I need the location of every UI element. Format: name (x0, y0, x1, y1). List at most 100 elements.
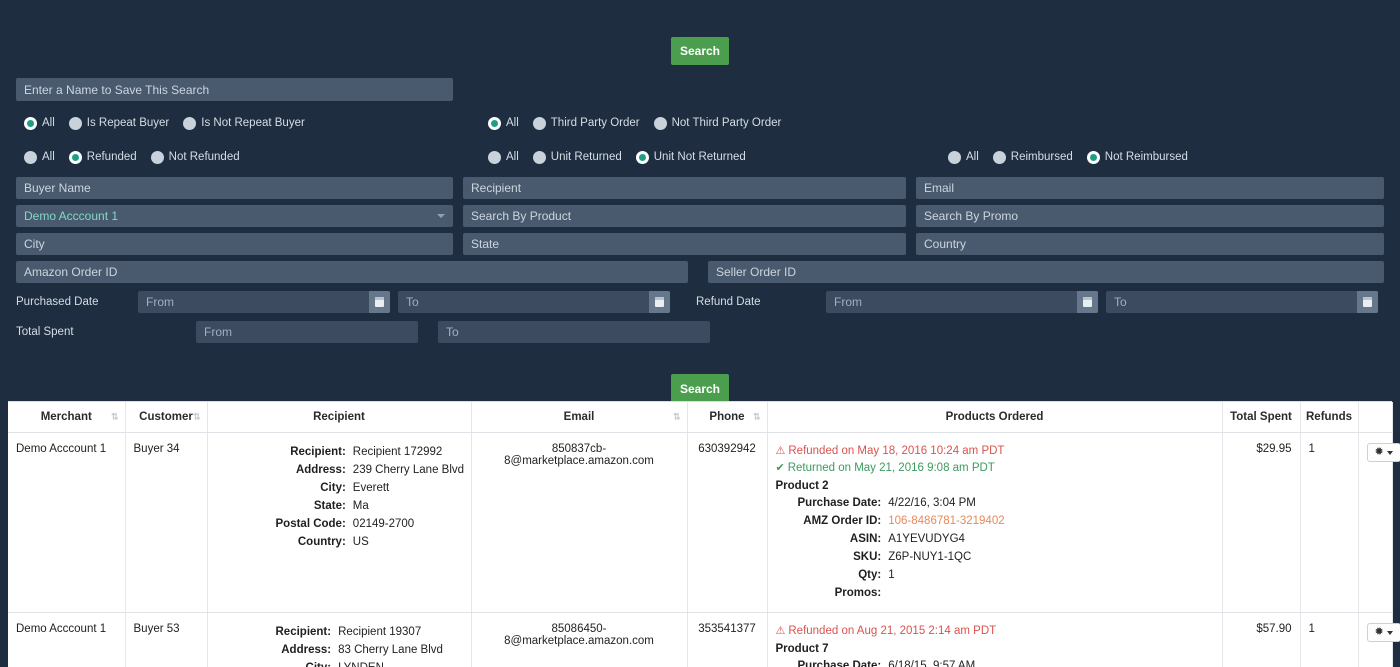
radio-dot-icon (150, 150, 164, 164)
buyer-name-input[interactable] (16, 177, 453, 199)
warning-icon: ⚠ (775, 445, 786, 457)
radio-dot-icon (1086, 150, 1100, 164)
radio-refunded-all[interactable]: All (24, 150, 55, 164)
radio-repeat-all[interactable]: All (24, 116, 55, 130)
column-header-email[interactable]: Email ⇅ (471, 402, 688, 433)
merchant-select-value: Demo Acccount 1 (24, 209, 119, 223)
radio-dot-icon (24, 150, 37, 164)
sort-icon[interactable]: ⇅ (193, 412, 201, 422)
state-cell (463, 233, 906, 255)
radio-group-repeat-buyer: All Is Repeat Buyer Is Not Repeat Buyer (24, 116, 319, 130)
field-key: SKU: (853, 551, 882, 563)
results-panel: Merchant ⇅ Customer ⇅ Recipient Email ⇅ … (8, 401, 1400, 667)
field-key: Promos: (834, 587, 882, 599)
column-header-merchant[interactable]: Merchant ⇅ (8, 402, 126, 433)
field-key: Purchase Date: (797, 660, 882, 667)
column-header-phone[interactable]: Phone ⇅ (687, 402, 768, 433)
date-row-purchased-refund: Purchased Date Refund Date (16, 291, 1384, 313)
radio-reimbursed-all[interactable]: All (948, 150, 979, 164)
field-row-2: Demo Acccount 1 (16, 205, 1384, 227)
sort-icon[interactable]: ⇅ (111, 412, 119, 422)
field-value: 4/22/16, 3:04 PM (888, 497, 976, 509)
city-input[interactable] (16, 233, 453, 255)
row-actions-button[interactable]: ✹ (1366, 623, 1400, 642)
field-key: AMZ Order ID: (803, 515, 882, 527)
radio-not-third-party-order[interactable]: Not Third Party Order (653, 116, 781, 130)
refund-date-from-input[interactable] (826, 291, 1098, 313)
column-header-refunds[interactable]: Refunds (1300, 402, 1359, 433)
calendar-icon[interactable] (649, 291, 670, 313)
cell-products-ordered: ⚠ Refunded on Aug 21, 2015 2:14 am PDT Pr… (767, 612, 1223, 667)
bottom-search-button-wrap: Search (16, 348, 1384, 404)
column-header-total-spent[interactable]: Total Spent (1222, 402, 1301, 433)
radio-label: Not Reimbursed (1104, 151, 1188, 163)
date-row-total-spent: Total Spent (16, 321, 1384, 343)
cell-customer: Buyer 34 (125, 432, 208, 613)
radio-dot-icon (635, 150, 649, 164)
search-button-bottom[interactable]: Search (671, 374, 729, 404)
radio-label: Reimbursed (1010, 151, 1073, 163)
total-spent-to-input[interactable] (438, 321, 710, 343)
calendar-icon[interactable] (369, 291, 390, 313)
field-key: Qty: (858, 569, 882, 581)
recipient-input[interactable] (463, 177, 906, 199)
sort-icon[interactable]: ⇅ (673, 412, 681, 422)
radio-reimbursed[interactable]: Reimbursed (992, 150, 1073, 164)
calendar-icon[interactable] (1077, 291, 1098, 313)
cell-customer: Buyer 53 (125, 612, 208, 667)
radio-unit-returned[interactable]: Unit Returned (532, 150, 622, 164)
radio-is-repeat-buyer[interactable]: Is Repeat Buyer (68, 116, 170, 130)
column-header-recipient[interactable]: Recipient (207, 402, 472, 433)
radio-third-party-order[interactable]: Third Party Order (532, 116, 640, 130)
total-spent-from-input[interactable] (196, 321, 418, 343)
merchant-select[interactable]: Demo Acccount 1 (16, 205, 453, 227)
column-header-actions (1358, 402, 1393, 433)
field-value: 83 Cherry Lane Blvd (338, 644, 443, 656)
seller-order-id-input[interactable] (708, 261, 1384, 283)
purchased-date-to-input[interactable] (398, 291, 670, 313)
calendar-icon[interactable] (1357, 291, 1378, 313)
product-name: Product 2 (775, 480, 829, 492)
search-by-promo-input[interactable] (916, 205, 1384, 227)
radio-is-not-repeat-buyer[interactable]: Is Not Repeat Buyer (183, 116, 305, 130)
column-header-customer[interactable]: Customer ⇅ (125, 402, 208, 433)
radio-refunded[interactable]: Refunded (68, 150, 137, 164)
purchased-date-from-input[interactable] (138, 291, 390, 313)
column-header-products-ordered[interactable]: Products Ordered (767, 402, 1223, 433)
radio-thirdparty-all[interactable]: All (488, 116, 519, 130)
email-input[interactable] (916, 177, 1384, 199)
save-search-input[interactable] (16, 78, 453, 101)
refund-from-wrap (826, 291, 1098, 313)
radio-group-unit-returned: All Unit Returned Unit Not Returned (488, 150, 760, 164)
refund-date-to-input[interactable] (1106, 291, 1378, 313)
amazon-order-id-input[interactable] (16, 261, 688, 283)
radio-not-refunded[interactable]: Not Refunded (150, 150, 240, 164)
sort-icon[interactable]: ⇅ (753, 412, 761, 422)
search-button-top[interactable]: Search (671, 37, 729, 65)
amz-order-id-link[interactable]: 106-8486781-3219402 (888, 512, 1004, 530)
cell-products-ordered: ⚠ Refunded on May 18, 2016 10:24 am PDT ✔… (767, 432, 1223, 613)
field-value: Ma (352, 500, 369, 512)
buyer-name-cell (16, 177, 453, 199)
radio-unit-not-returned[interactable]: Unit Not Returned (635, 150, 746, 164)
chevron-down-icon (1386, 630, 1393, 635)
radio-unitreturned-all[interactable]: All (488, 150, 519, 164)
cell-recipient: Recipient: Recipient 19307 Address: 83 Che… (207, 612, 472, 667)
save-search-row (16, 65, 1384, 101)
search-by-product-input[interactable] (463, 205, 906, 227)
cell-merchant: Demo Acccount 1 (8, 612, 126, 667)
status-text: Refunded on May 18, 2016 10:24 am PDT (788, 445, 1005, 457)
row-actions-button[interactable]: ✹ (1366, 443, 1400, 462)
field-key: Address: (281, 644, 332, 656)
city-cell (16, 233, 453, 255)
radio-dot-icon (488, 116, 501, 130)
column-label: Phone (709, 411, 745, 423)
radio-not-reimbursed[interactable]: Not Reimbursed (1086, 150, 1188, 164)
radio-label: All (966, 151, 979, 163)
status-refunded: ⚠ Refunded on May 18, 2016 10:24 am PDT (776, 443, 1214, 460)
column-label: Merchant (40, 411, 92, 423)
recipient-details: Recipient: Recipient 19307 Address: 83 Che… (276, 623, 443, 667)
radio-label: Is Repeat Buyer (86, 117, 170, 129)
state-input[interactable] (463, 233, 906, 255)
country-input[interactable] (916, 233, 1384, 255)
